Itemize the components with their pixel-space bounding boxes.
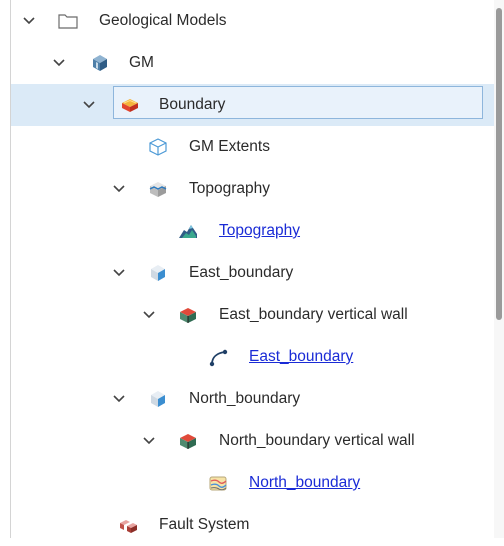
tree-item-label: North_boundary [189,390,301,407]
tree-item-label: Geological Models [99,12,227,29]
tree-row-geological-models[interactable]: Geological Models [11,0,494,42]
boundary-object-icon [151,265,165,281]
vertical-wall-icon [180,308,196,323]
tree-row-gm[interactable]: GM [11,42,494,84]
tree-item-link[interactable]: Topography [219,221,300,241]
tree-row-north-boundary-gis[interactable]: North_boundary [11,462,494,504]
tree-row-fault-system[interactable]: Fault System [11,504,494,546]
chevron-down-icon[interactable] [51,55,67,71]
folder-icon [58,14,78,29]
chevron-down-icon[interactable] [141,307,157,323]
tree-row-boundary[interactable]: Boundary [11,84,494,126]
topography-folder-icon [149,182,167,197]
chevron-down-icon[interactable] [81,97,97,113]
tree-item-label: GM Extents [189,138,270,155]
tree-item-label: North_boundary vertical wall [219,432,415,449]
tree-item-label: East_boundary vertical wall [219,306,408,323]
boundary-icon [122,99,138,112]
scrollbar-thumb[interactable] [496,8,502,320]
tree-item-label: GM [129,54,154,71]
polyline-icon [209,349,228,367]
tree-row-topography[interactable]: Topography [11,168,494,210]
boundary-object-icon [151,391,165,407]
chevron-down-icon[interactable] [21,13,37,29]
tree-row-gm-extents[interactable]: GM Extents [11,126,494,168]
chevron-down-icon[interactable] [111,181,127,197]
chevron-down-icon[interactable] [111,391,127,407]
geological-model-icon [93,55,107,71]
tree-item-link[interactable]: North_boundary [249,473,360,493]
tree-row-north-boundary-vertical-wall[interactable]: North_boundary vertical wall [11,420,494,462]
fault-system-icon [120,520,137,533]
chevron-down-icon[interactable] [141,433,157,449]
chevron-down-icon[interactable] [111,265,127,281]
tree-item-label: Topography [189,180,271,197]
vertical-scrollbar[interactable] [494,0,504,538]
tree-item-label: Boundary [159,96,226,113]
tree-item-link[interactable]: East_boundary [249,347,353,367]
tree-row-east-boundary[interactable]: East_boundary [11,252,494,294]
tree-row-north-boundary[interactable]: North_boundary [11,378,494,420]
tree-item-label: Fault System [159,516,250,533]
gis-data-icon [209,476,227,491]
tree-row-east-boundary-vertical-wall[interactable]: East_boundary vertical wall [11,294,494,336]
extents-box-icon [149,138,167,156]
tree-item-label: East_boundary [189,264,294,281]
vertical-wall-icon [180,434,196,449]
tree-row-east-boundary-polyline[interactable]: East_boundary [11,336,494,378]
tree-row-topography-surface[interactable]: Topography [11,210,494,252]
topography-surface-icon [179,225,197,238]
